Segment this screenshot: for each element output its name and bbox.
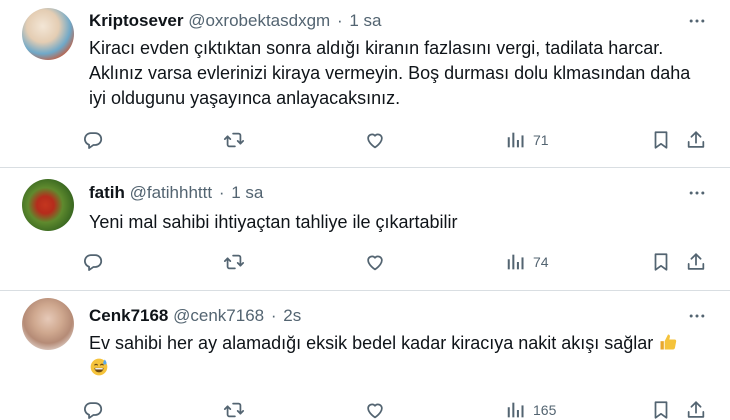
retweet-icon — [223, 402, 245, 418]
author-name[interactable]: Cenk7168 — [89, 306, 168, 325]
avatar[interactable] — [22, 8, 74, 60]
tweet-text-line — [89, 356, 678, 381]
views-button[interactable]: 71 — [505, 127, 549, 153]
views-count: 74 — [533, 254, 549, 270]
thumbs-up-icon — [660, 334, 677, 350]
retweet-button[interactable] — [223, 127, 245, 153]
views-count: 165 — [533, 402, 557, 418]
share-button[interactable] — [685, 249, 707, 275]
like-button[interactable] — [364, 249, 386, 275]
timestamp[interactable]: 1 sa — [349, 11, 381, 30]
separator-dot: · — [218, 183, 225, 202]
tweet-text-line: Aklınız varsa evlerinizi kiraya vermeyin… — [89, 63, 691, 83]
author-handle[interactable]: @cenk7168 — [173, 306, 264, 325]
share-icon — [687, 253, 705, 270]
bookmark-button[interactable] — [650, 249, 672, 275]
heart-icon — [367, 133, 383, 149]
reply-button[interactable] — [82, 249, 104, 275]
reply-icon — [84, 132, 103, 149]
tweet-text: Kiracı evden çıktıktan sonra aldığı kira… — [89, 36, 690, 111]
share-button[interactable] — [685, 127, 707, 153]
timestamp[interactable]: 1 sa — [231, 183, 263, 202]
heart-icon — [367, 403, 383, 419]
avatar[interactable] — [22, 179, 74, 231]
tweet-text-line: Ev sahibi her ay alamadığı eksik bedel k… — [89, 331, 678, 356]
bookmark-button[interactable] — [650, 397, 672, 420]
tweet-text-span: Ev sahibi her ay alamadığı eksik bedel k… — [89, 333, 654, 353]
share-icon — [687, 401, 705, 418]
reply-icon — [84, 402, 103, 419]
bookmark-icon — [654, 253, 668, 271]
timestamp[interactable]: 2s — [283, 306, 301, 325]
retweet-icon — [223, 132, 245, 148]
grinning-sweat-icon — [90, 358, 108, 376]
retweet-icon — [223, 254, 245, 270]
views-bar-icon — [507, 254, 524, 270]
like-button[interactable] — [364, 127, 386, 153]
tweet-text: Yeni mal sahibi ihtiyaçtan tahliye ile ç… — [89, 210, 458, 235]
more-dots-icon[interactable] — [684, 305, 710, 327]
heart-icon — [367, 255, 383, 271]
views-button[interactable]: 74 — [505, 249, 549, 275]
bookmark-icon — [654, 131, 668, 149]
action-bar: 165 — [80, 397, 720, 420]
bookmark-icon — [654, 401, 668, 419]
retweet-button[interactable] — [223, 249, 245, 275]
avatar[interactable] — [22, 298, 74, 350]
tweet[interactable]: fatih @fatihhhttt · 1 sa Yeni mal sahibi… — [0, 167, 730, 290]
separator-dot: · — [336, 11, 343, 30]
more-dots-icon[interactable] — [684, 182, 710, 204]
bookmark-button[interactable] — [650, 127, 672, 153]
reply-icon — [84, 254, 103, 271]
author-handle[interactable]: @fatihhhttt — [130, 183, 212, 202]
author-name[interactable]: Kriptosever — [89, 11, 183, 30]
views-bar-icon — [507, 132, 524, 148]
tweet-text-line: Kiracı evden çıktıktan sonra aldığı kira… — [89, 38, 664, 58]
author-name[interactable]: fatih — [89, 183, 125, 202]
tweet-text: Ev sahibi her ay alamadığı eksik bedel k… — [89, 331, 678, 381]
retweet-button[interactable] — [223, 397, 245, 420]
views-button[interactable]: 165 — [505, 397, 556, 420]
views-bar-icon — [507, 402, 524, 418]
tweet[interactable]: Cenk7168 @cenk7168 · 2s Ev sahibi her ay… — [0, 290, 730, 420]
action-bar: 71 — [80, 127, 720, 153]
views-count: 71 — [533, 132, 549, 148]
tweet-header: Cenk7168 @cenk7168 · 2s — [89, 305, 301, 327]
more-dots-icon[interactable] — [684, 10, 710, 32]
share-button[interactable] — [685, 397, 707, 420]
tweet-text-line: iyi oldugunu yaşayınca anlayacaksınız. — [89, 88, 401, 108]
action-bar: 74 — [80, 249, 720, 275]
like-button[interactable] — [364, 397, 386, 420]
reply-button[interactable] — [82, 127, 104, 153]
separator-dot: · — [270, 306, 277, 325]
tweet-text-line: Yeni mal sahibi ihtiyaçtan tahliye ile ç… — [89, 212, 458, 232]
share-icon — [687, 131, 705, 148]
reply-button[interactable] — [82, 397, 104, 420]
tweet-header: fatih @fatihhhttt · 1 sa — [89, 182, 263, 204]
tweet[interactable]: Kriptosever @oxrobektasdxgm · 1 sa Kirac… — [0, 0, 730, 167]
author-handle[interactable]: @oxrobektasdxgm — [188, 11, 330, 30]
tweet-header: Kriptosever @oxrobektasdxgm · 1 sa — [89, 10, 382, 32]
